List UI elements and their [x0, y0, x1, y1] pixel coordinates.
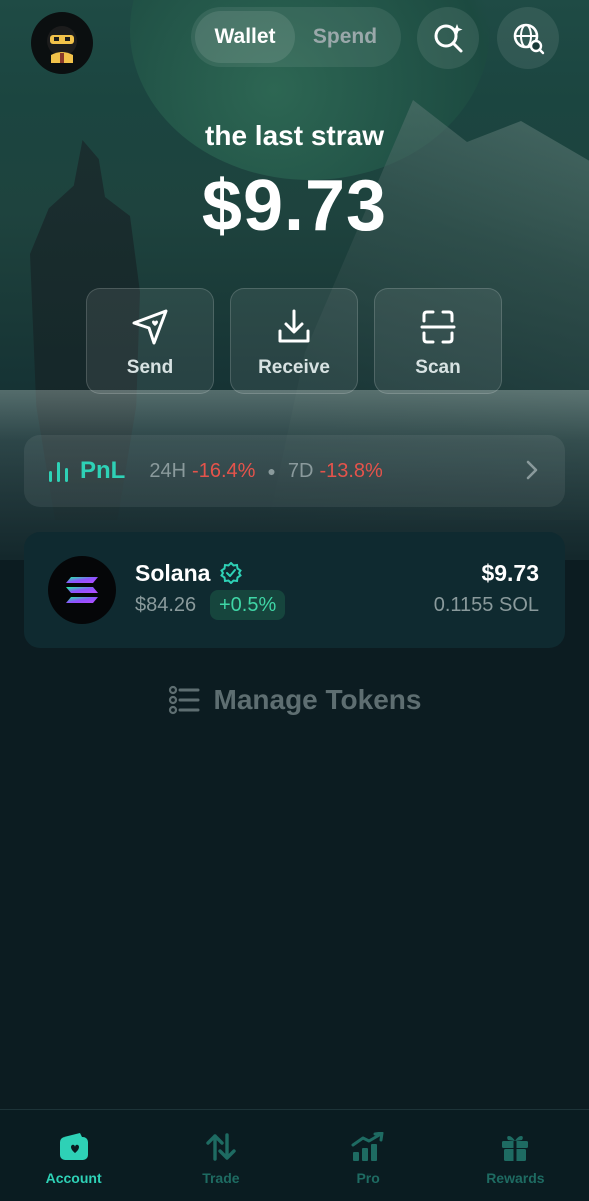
- scan-button[interactable]: Scan: [374, 288, 502, 394]
- token-price: $84.26: [135, 594, 197, 616]
- manage-tokens-label: Manage Tokens: [213, 684, 422, 715]
- wallet-icon: [59, 1133, 88, 1160]
- receive-button[interactable]: Receive: [230, 288, 358, 394]
- verified-badge-icon: [220, 562, 242, 584]
- search-button[interactable]: [417, 7, 479, 69]
- scan-icon: [420, 310, 456, 344]
- chart-growth-icon: [351, 1132, 384, 1161]
- nav-pro-label: Pro: [356, 1170, 380, 1186]
- pnl-value-7d: -13.8%: [319, 459, 383, 482]
- pnl-title: PnL: [80, 457, 126, 484]
- solana-icon: [66, 577, 98, 603]
- nav-trade-label: Trade: [202, 1170, 240, 1186]
- send-label: Send: [126, 357, 174, 378]
- nav-account-label: Account: [45, 1170, 102, 1186]
- tab-spend[interactable]: Spend: [295, 11, 395, 63]
- nav-trade[interactable]: Trade: [147, 1110, 294, 1201]
- ninja-avatar-icon: [47, 26, 77, 63]
- wallet-spend-toggle: Wallet Spend: [191, 7, 401, 67]
- manage-tokens-button[interactable]: Manage Tokens: [0, 684, 589, 716]
- token-amount: 0.1155 SOL: [433, 594, 539, 616]
- pnl-period-7d: 7D: [287, 459, 314, 482]
- token-change-badge: +0.5%: [210, 590, 286, 620]
- receive-label: Receive: [258, 357, 330, 378]
- profile-avatar[interactable]: [31, 12, 93, 74]
- send-button[interactable]: Send: [86, 288, 214, 394]
- gift-icon: [502, 1136, 529, 1161]
- nav-rewards[interactable]: Rewards: [442, 1110, 589, 1201]
- nav-rewards-label: Rewards: [486, 1170, 545, 1186]
- wallet-name: the last straw: [205, 120, 384, 151]
- bottom-navigation: Account Trade Pro Rewards: [0, 1109, 589, 1201]
- pnl-summary-card[interactable]: PnL 24H -16.4% ● 7D -13.8%: [24, 435, 565, 507]
- chevron-right-icon: [526, 460, 538, 480]
- download-icon: [278, 309, 310, 343]
- search-sparkle-icon: [434, 24, 463, 53]
- token-row-solana[interactable]: Solana $84.26 +0.5% $9.73 0.1155 SOL: [24, 532, 565, 648]
- solana-logo: [48, 556, 116, 624]
- send-arrow-icon: [132, 309, 168, 345]
- token-name: Solana: [135, 560, 211, 586]
- pnl-period-24h: 24H: [149, 459, 187, 482]
- scan-label: Scan: [415, 357, 461, 378]
- explore-button[interactable]: [497, 7, 559, 69]
- wallet-balance: $9.73: [201, 166, 388, 246]
- nav-account[interactable]: Account: [0, 1110, 147, 1201]
- globe-search-icon: [513, 23, 545, 55]
- swap-arrows-icon: [206, 1133, 236, 1161]
- tab-wallet[interactable]: Wallet: [195, 11, 295, 63]
- bar-chart-icon: [49, 462, 68, 482]
- separator-dot: ●: [267, 463, 276, 479]
- pnl-value-24h: -16.4%: [192, 459, 256, 482]
- nav-pro[interactable]: Pro: [295, 1110, 442, 1201]
- list-icon: [168, 685, 199, 715]
- token-value: $9.73: [481, 560, 539, 586]
